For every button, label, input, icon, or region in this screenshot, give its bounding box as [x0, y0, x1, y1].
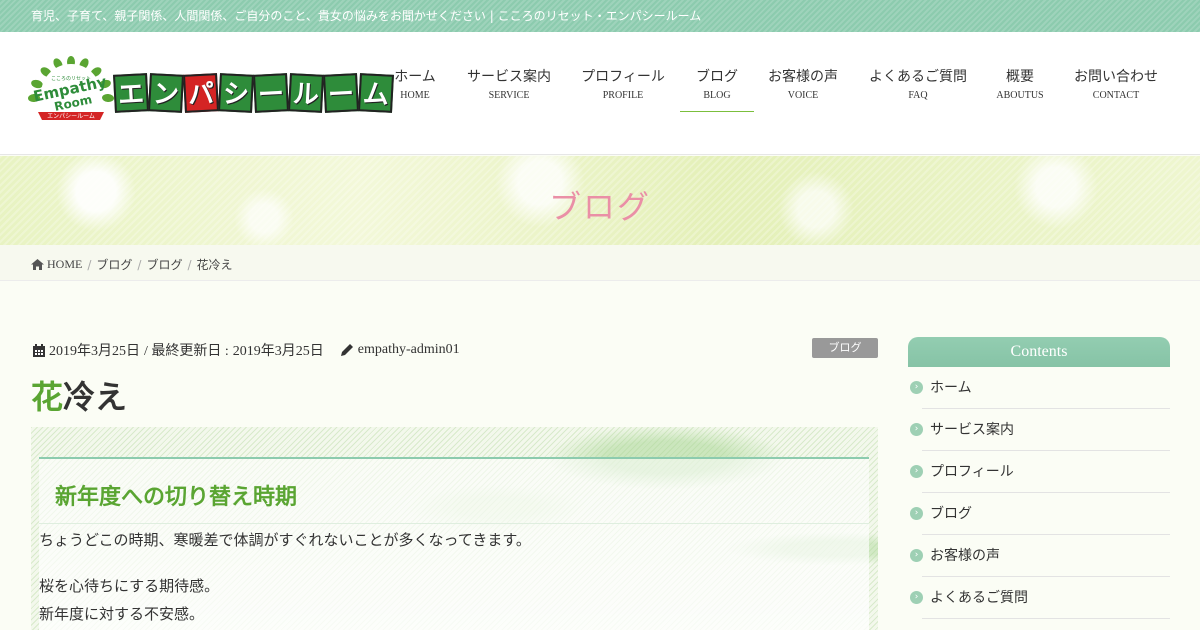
post-body: 新年度への切り替え時期 ちょうどこの時期、寒暖差で体調がすぐれないことが多くなっ…: [39, 457, 869, 630]
sidebar-item-label: ブログ: [930, 506, 972, 522]
empathy-room-badge-logo: こころのリセット Empathy Room エンパシールーム: [28, 56, 114, 124]
global-nav: ホーム HOME サービス案内 SERVICE プロフィール PROFILE ブ…: [378, 66, 1176, 112]
nav-label-en: ABOUTUS: [996, 90, 1044, 101]
post-author[interactable]: empathy-admin01: [358, 342, 460, 358]
nav-label-en: PROFILE: [602, 90, 644, 101]
post-title: 花冷え: [31, 372, 127, 418]
nav-item-voice[interactable]: お客様の声 VOICE: [754, 66, 852, 110]
nav-label-en: VOICE: [787, 90, 819, 101]
breadcrumb-bar: HOME / ブログ / ブログ / 花冷え: [0, 245, 1200, 281]
sidebar-item-service[interactable]: › サービス案内: [910, 409, 1170, 451]
chevron-right-icon: ›: [910, 549, 923, 562]
published-date: 2019年3月25日: [49, 344, 140, 359]
nav-label-en: CONTACT: [1092, 90, 1140, 101]
nav-label-jp: お客様の声: [768, 69, 838, 85]
svg-text:エンパシールーム: エンパシールーム: [47, 113, 95, 120]
chevron-right-icon: ›: [910, 591, 923, 604]
post-paragraph: 桜を心待ちにする期待感。: [39, 577, 220, 595]
wordmark-char: ー: [323, 73, 359, 113]
nav-item-aboutus[interactable]: 概要 ABOUTUS: [984, 66, 1056, 110]
category-badge[interactable]: ブログ: [812, 338, 878, 358]
nav-item-service[interactable]: サービス案内 SERVICE: [452, 66, 566, 110]
breadcrumb-home-link[interactable]: HOME: [47, 257, 82, 272]
sidebar-item-profile[interactable]: › プロフィール: [910, 451, 1170, 493]
post-heading: 新年度への切り替え時期: [55, 485, 298, 510]
logo-wordmark: エ ン パ シ ー ル ー ム: [113, 73, 394, 116]
page-title: ブログ: [548, 188, 651, 226]
home-icon: [31, 259, 44, 270]
sidebar-item-blog[interactable]: › ブログ: [910, 493, 1170, 535]
chevron-right-icon: ›: [910, 465, 923, 478]
post-title-first-char: 花: [31, 378, 64, 416]
nav-label-jp: ブログ: [696, 69, 738, 85]
updated-label: / 最終更新日 :: [144, 344, 229, 359]
top-tagline-bar: 育児、子育て、親子関係、人間関係、ご自分のこと、貴女の悩みをお聞かせください |…: [0, 0, 1200, 32]
calendar-icon: [33, 343, 45, 357]
nav-label-en: HOME: [400, 90, 430, 101]
wordmark-char: パ: [183, 73, 219, 113]
post-content: 新年度への切り替え時期 ちょうどこの時期、寒暖差で体調がすぐれないことが多くなっ…: [31, 427, 878, 630]
sidebar-item-home[interactable]: › ホーム: [910, 367, 1170, 409]
post-paragraph: 新年度に対する不安感。: [39, 605, 205, 623]
wordmark-char: エ: [113, 73, 149, 113]
nav-item-faq[interactable]: よくあるご質問 FAQ: [852, 66, 984, 110]
nav-item-home[interactable]: ホーム HOME: [378, 66, 452, 110]
sidebar-contents: Contents › ホーム › サービス案内 › プロフィール › ブログ ›…: [908, 337, 1170, 619]
nav-label-jp: プロフィール: [581, 69, 665, 85]
breadcrumb-current: 花冷え: [196, 258, 233, 272]
chevron-right-icon: ›: [910, 507, 923, 520]
breadcrumb-blog-link[interactable]: ブログ: [96, 256, 132, 273]
nav-item-blog[interactable]: ブログ BLOG: [680, 66, 754, 112]
breadcrumb-blog-category-link[interactable]: ブログ: [146, 256, 182, 273]
breadcrumb-separator: /: [187, 257, 192, 272]
wordmark-char: ー: [253, 73, 289, 113]
sidebar-item-label: よくあるご質問: [930, 590, 1028, 606]
chevron-right-icon: ›: [910, 381, 923, 394]
wordmark-char: ン: [148, 73, 184, 113]
pencil-icon: [340, 344, 353, 356]
breadcrumb-separator: /: [137, 257, 142, 272]
nav-label-jp: よくあるご質問: [869, 69, 967, 85]
nav-label-en: SERVICE: [488, 90, 530, 101]
nav-label-jp: お問い合わせ: [1074, 69, 1158, 85]
nav-label-jp: 概要: [1006, 69, 1034, 85]
breadcrumb-separator: /: [87, 257, 92, 272]
sidebar-item-faq[interactable]: › よくあるご質問: [910, 577, 1170, 619]
tagline-text: 育児、子育て、親子関係、人間関係、ご自分のこと、貴女の悩みをお聞かせください |…: [31, 9, 702, 23]
nav-item-contact[interactable]: お問い合わせ CONTACT: [1056, 66, 1176, 110]
nav-label-en: FAQ: [908, 90, 928, 101]
heading-divider: [39, 523, 869, 524]
post-paragraph: ちょうどこの時期、寒暖差で体調がすぐれないことが多くなってきます。: [39, 531, 531, 549]
wordmark-char: ル: [288, 73, 324, 113]
sidebar-item-label: お客様の声: [930, 548, 1000, 564]
updated-date: 2019年3月25日: [232, 344, 324, 359]
sidebar-item-label: ホーム: [930, 380, 972, 396]
site-header: こころのリセット Empathy Room エンパシールーム エ ン パ シ ー…: [0, 32, 1200, 155]
nav-label-jp: サービス案内: [467, 69, 551, 85]
nav-label-en: BLOG: [703, 90, 731, 101]
sidebar-item-voice[interactable]: › お客様の声: [910, 535, 1170, 577]
nav-label-jp: ホーム: [394, 69, 436, 85]
breadcrumb: HOME / ブログ / ブログ / 花冷え: [31, 256, 233, 273]
page-hero-banner: ブログ: [0, 156, 1200, 245]
post-title-rest: 冷え: [63, 378, 128, 416]
post-meta: 2019年3月25日 / 最終更新日 : 2019年3月25日 empathy-…: [33, 340, 460, 360]
nav-item-profile[interactable]: プロフィール PROFILE: [566, 66, 680, 110]
sidebar-title: Contents: [908, 337, 1170, 367]
chevron-right-icon: ›: [910, 423, 923, 436]
wordmark-char: シ: [218, 73, 254, 113]
sidebar-item-label: サービス案内: [930, 422, 1014, 438]
site-logo[interactable]: こころのリセット Empathy Room エンパシールーム エ ン パ シ ー…: [28, 56, 394, 136]
sidebar-item-label: プロフィール: [930, 464, 1014, 480]
